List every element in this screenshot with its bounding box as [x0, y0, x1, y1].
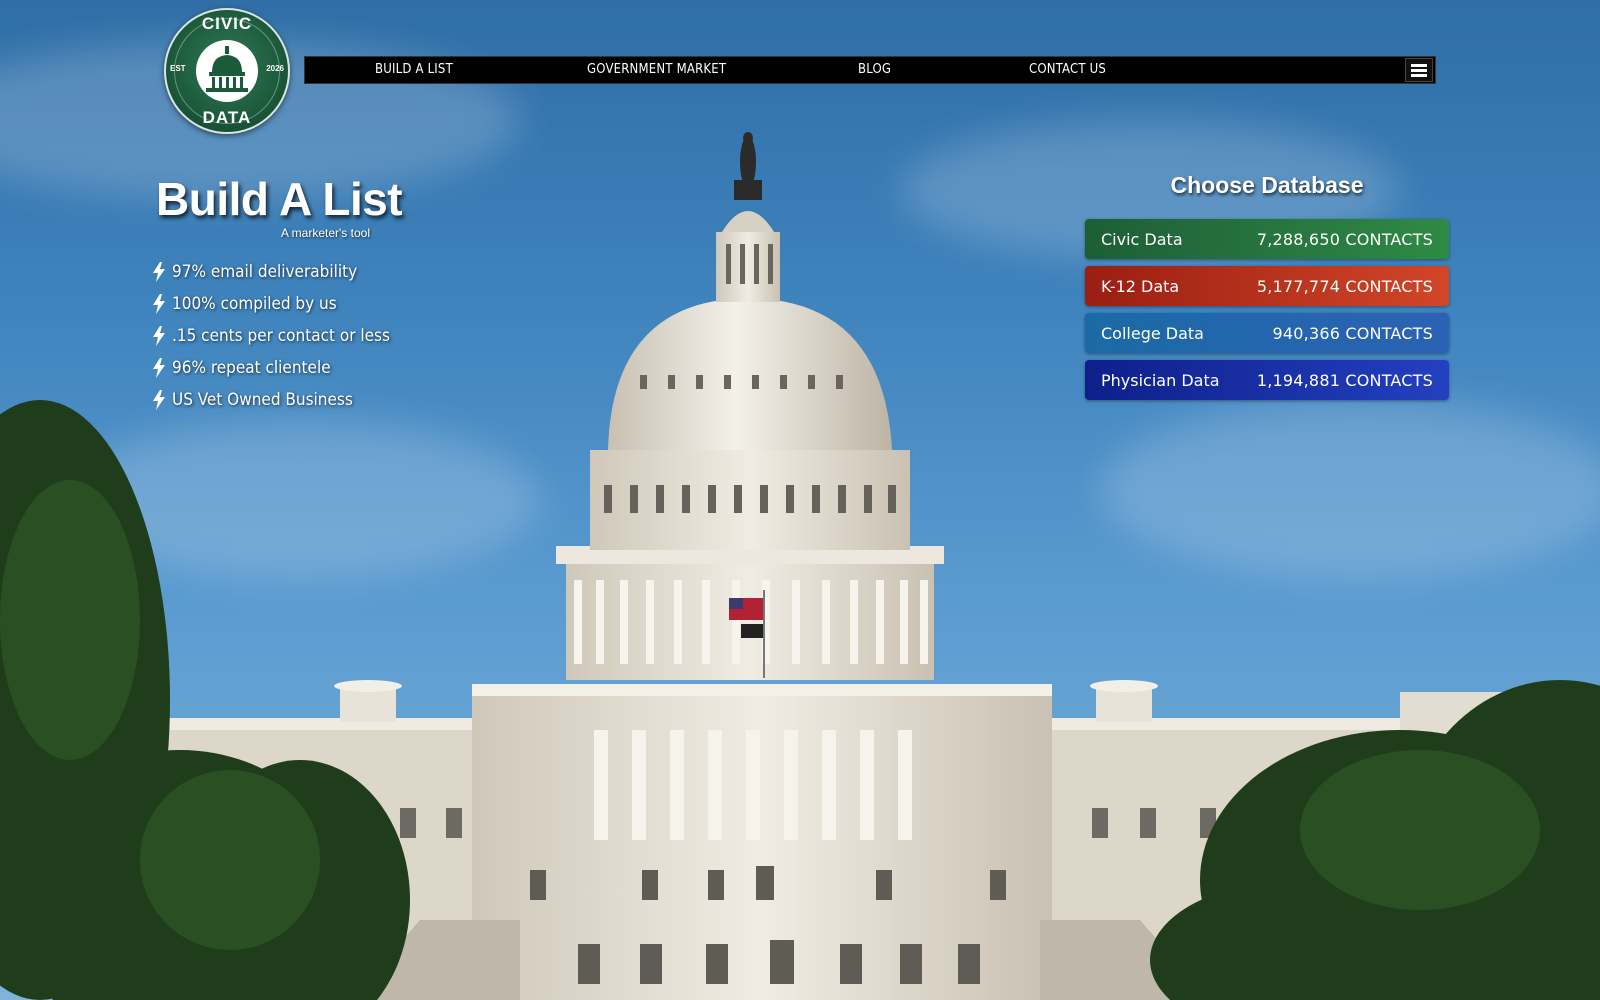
capitol-background-image [0, 0, 1600, 1000]
lightning-bolt-icon [153, 390, 165, 410]
logo-top-text: CIVIC [201, 14, 253, 33]
feature-text: 96% repeat clientele [172, 358, 331, 378]
hero-title: Build A List [156, 173, 403, 225]
nav-blog[interactable]: BLOG [858, 57, 891, 83]
logo-est-text: EST [170, 64, 186, 73]
lightning-bolt-icon [153, 262, 165, 282]
choose-database-title: Choose Database [1170, 172, 1364, 198]
database-contact-count: 940,366 CONTACTS [1272, 323, 1433, 343]
capitol-dome-icon [196, 40, 258, 102]
feature-item: 96% repeat clientele [152, 352, 390, 384]
database-civic-data[interactable]: Civic Data 7,288,650 CONTACTS [1085, 219, 1449, 259]
database-contact-count: 1,194,881 CONTACTS [1256, 370, 1433, 390]
lightning-bolt-icon [153, 326, 165, 346]
database-name: Civic Data [1101, 229, 1183, 249]
database-college-data[interactable]: College Data 940,366 CONTACTS [1085, 313, 1449, 353]
main-nav: BUILD A LIST GOVERNMENT MARKET BLOG CONT… [304, 56, 1436, 84]
feature-item: .15 cents per contact or less [152, 320, 390, 352]
database-physician-data[interactable]: Physician Data 1,194,881 CONTACTS [1085, 360, 1449, 400]
nav-government-market[interactable]: GOVERNMENT MARKET [587, 57, 726, 83]
lightning-bolt-icon [153, 294, 165, 314]
lightning-bolt-icon [153, 358, 165, 378]
feature-text: US Vet Owned Business [172, 390, 353, 410]
logo-year-text: 2026 [266, 64, 284, 73]
feature-item: 100% compiled by us [152, 288, 390, 320]
feature-text: 97% email deliverability [172, 262, 358, 282]
hamburger-menu-icon[interactable] [1405, 58, 1433, 82]
feature-item: US Vet Owned Business [152, 384, 390, 416]
civic-data-logo[interactable]: CIVIC EST 2026 DATA [164, 8, 290, 134]
database-contact-count: 5,177,774 CONTACTS [1256, 276, 1433, 296]
nav-contact-us[interactable]: CONTACT US [1029, 57, 1106, 83]
hero-subtitle: A marketer's tool [281, 226, 370, 240]
database-k12-data[interactable]: K-12 Data 5,177,774 CONTACTS [1085, 266, 1449, 306]
feature-item: 97% email deliverability [152, 256, 390, 288]
nav-build-a-list[interactable]: BUILD A LIST [375, 57, 453, 83]
logo-bottom-text: DATA [202, 108, 252, 127]
database-name: College Data [1101, 323, 1204, 343]
database-name: K-12 Data [1101, 276, 1180, 296]
database-contact-count: 7,288,650 CONTACTS [1256, 229, 1433, 249]
feature-text: .15 cents per contact or less [172, 326, 390, 346]
database-name: Physician Data [1101, 370, 1220, 390]
feature-text: 100% compiled by us [172, 294, 337, 314]
feature-list: 97% email deliverability 100% compiled b… [152, 256, 390, 416]
